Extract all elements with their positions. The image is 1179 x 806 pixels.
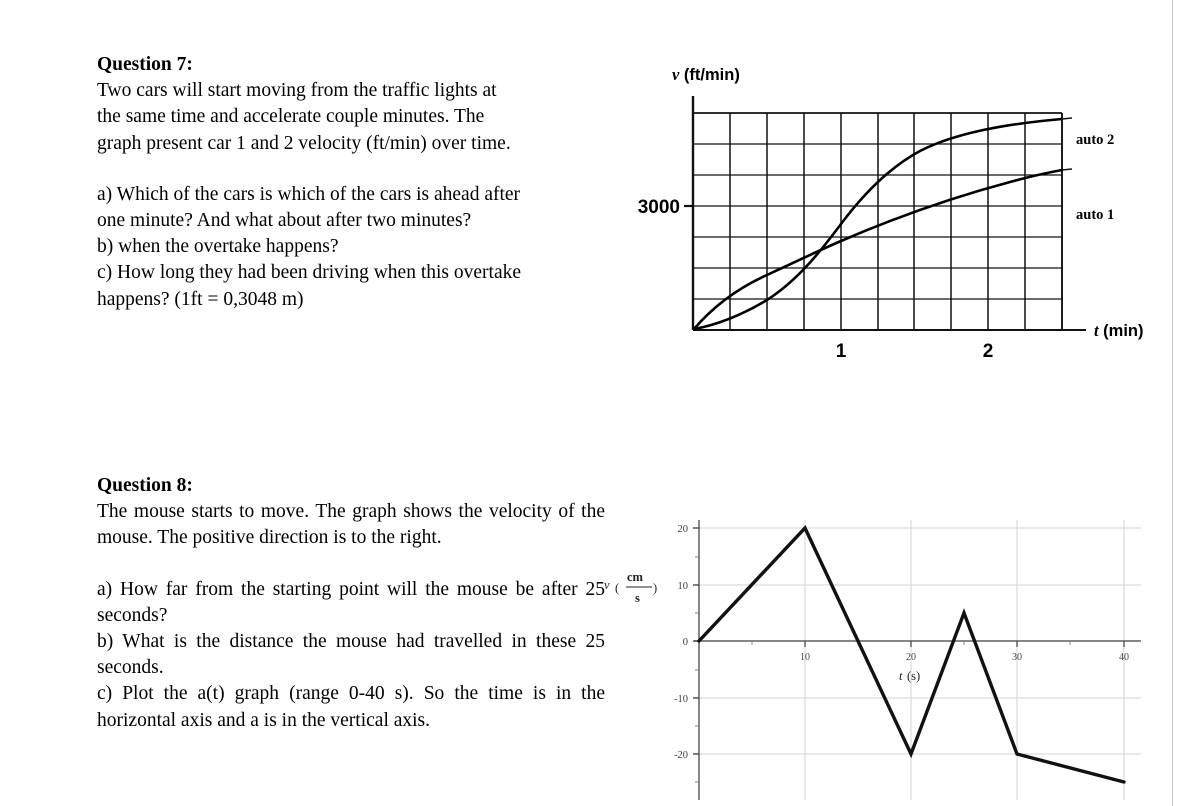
chart2-x-tick-20: 20 [906,652,916,663]
chart2-x-axis-symbol: t [899,669,903,683]
chart2-x-tick-30: 30 [1012,652,1022,663]
chart2-y-tick-10: 10 [678,581,689,592]
chart2-y-tick-m20: -20 [674,750,688,761]
chart2-paren-close: ) [653,581,657,595]
question-7-part-a-line-2: one minute? And what about after two min… [97,210,472,232]
figure-mouse-velocity-time: v ( cm s ) 20 10 0 -10 -20 10 20 30 40 t… [596,500,1166,806]
chart2-axes [694,520,1141,800]
question-7-intro-line-1: Two cars will start moving from the traf… [97,80,497,102]
chart1-x-tick-1: 1 [836,341,847,362]
chart1-y-axis [684,96,695,330]
question-8-spacer [97,552,605,577]
chart2-y-tick-0: 0 [683,637,688,648]
question-8-intro: The mouse starts to move. The graph show… [97,501,605,549]
chart1-y-axis-title: v (ft/min) [672,65,740,84]
chart2-x-tick-10: 10 [800,652,810,663]
page-right-border [1172,0,1173,806]
chart2-unit-numerator: cm [627,570,644,584]
question-7-title: Question 7: [97,54,193,75]
chart2-y-tick-m10: -10 [674,694,688,705]
chart1-x-axis-title: t (min) [1094,321,1144,340]
chart2-y-tick-20: 20 [678,524,689,535]
chart2-x-tick-40: 40 [1119,652,1129,663]
chart1-gridlines [692,112,1063,331]
question-8-part-c: c) Plot the a(t) graph (range 0-40 s). S… [97,683,605,731]
question-7-part-c-line-2: happens? (1ft = 0,3048 m) [97,288,304,310]
question-8-title: Question 8: [97,475,193,496]
question-8-part-b: b) What is the distance the mouse had tr… [97,631,605,679]
chart1-x-tick-2: 2 [983,341,994,362]
chart1-y-tick-3000: 3000 [638,197,680,218]
question-8-part-a: a) How far from the starting point will … [97,578,605,626]
chart1-legend-leaders [1061,117,1073,171]
chart2-x-axis-unit: (s) [907,669,920,683]
question-7-text-block: Question 7: Two cars will start moving f… [97,52,637,313]
chart2-y-axis-symbol: v [604,578,610,592]
chart2-y-axis-title: v ( cm s ) [604,570,657,605]
question-7-part-b: b) when the overtake happens? [97,236,339,258]
question-7-intro-line-2: the same time and accelerate couple minu… [97,106,485,128]
chart1-legend-auto-2: auto 2 [1076,132,1114,148]
question-7-part-c-line-1: c) How long they had been driving when t… [97,262,522,284]
question-7-intro-line-3: graph present car 1 and 2 velocity (ft/m… [97,132,511,154]
figure-cars-velocity-time: v (ft/min) 3000 1 2 t (min) auto 2 auto … [620,56,1165,366]
chart2-paren-open: ( [615,581,619,595]
chart2-x-axis-title: t (s) [899,669,920,683]
question-7-spacer [97,157,637,182]
chart2-unit-denominator: s [635,591,640,605]
question-7-part-a-line-1: a) Which of the cars is which of the car… [97,183,521,205]
question-8-text-block: Question 8: The mouse starts to move. Th… [97,473,605,734]
chart1-legend-auto-1: auto 1 [1076,207,1114,223]
chart2-gridlines [699,520,1141,800]
